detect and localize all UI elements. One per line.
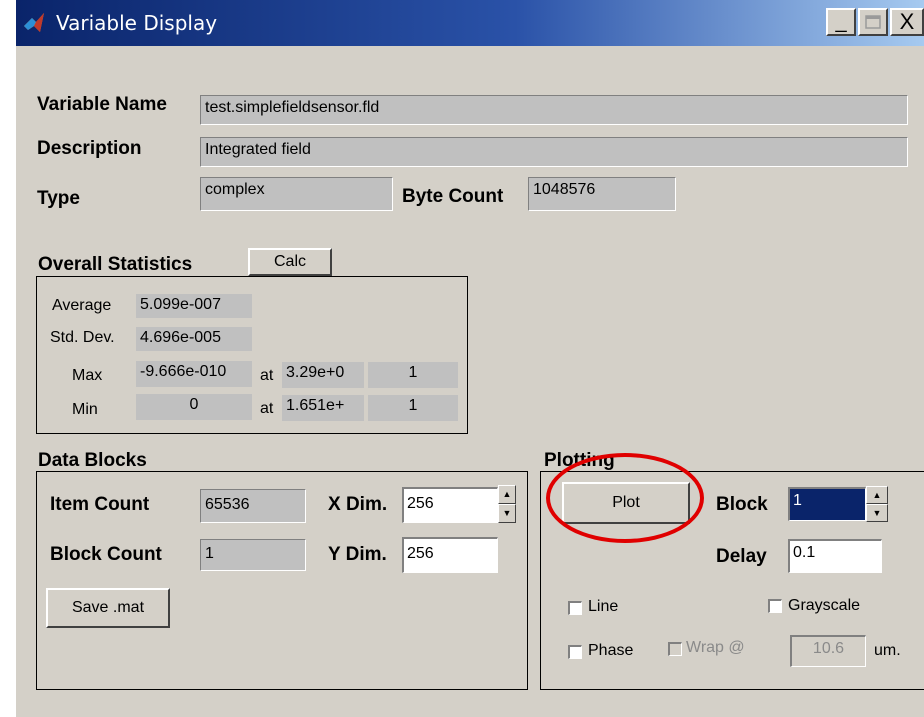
item-count-label: Item Count <box>50 494 150 515</box>
grayscale-checkbox[interactable] <box>768 599 782 613</box>
window-title: Variable Display <box>56 11 218 35</box>
delay-label: Delay <box>716 546 767 567</box>
line-checkbox[interactable] <box>568 601 582 615</box>
wrap-value-input[interactable]: 10.6 <box>790 635 866 667</box>
max-at-value: 3.29e+0 <box>282 362 364 388</box>
max-at-label: at <box>260 367 274 384</box>
min-label: Min <box>72 401 98 418</box>
line-label: Line <box>588 598 619 615</box>
min-at-value: 1.651e+ <box>282 395 364 421</box>
plotting-title: Plotting <box>544 450 615 471</box>
std-dev-label: Std. Dev. <box>50 329 115 346</box>
spin-down-icon[interactable]: ▼ <box>866 504 888 522</box>
grayscale-label: Grayscale <box>788 597 861 614</box>
block-count-field: 1 <box>200 539 306 571</box>
close-icon: X <box>899 9 915 34</box>
phase-label: Phase <box>588 642 634 659</box>
delay-input[interactable]: 0.1 <box>788 539 882 573</box>
type-field: complex <box>200 177 393 211</box>
y-dim-label: Y Dim. <box>328 544 387 565</box>
type-label: Type <box>37 188 80 209</box>
item-count-field: 65536 <box>200 489 306 523</box>
x-dim-input[interactable]: 256 <box>402 487 498 523</box>
variable-name-field: test.simplefieldsensor.fld <box>200 95 908 125</box>
y-dim-input[interactable]: 256 <box>402 537 498 573</box>
x-dim-spinner[interactable]: ▲ ▼ <box>498 485 516 523</box>
spin-up-icon[interactable]: ▲ <box>866 486 888 504</box>
max-label: Max <box>72 367 103 384</box>
spin-up-icon[interactable]: ▲ <box>498 485 516 504</box>
byte-count-field: 1048576 <box>528 177 676 211</box>
description-label: Description <box>37 138 142 159</box>
matlab-logo-icon <box>24 13 44 32</box>
wrap-unit-label: um. <box>874 642 901 659</box>
block-count-label: Block Count <box>50 544 162 565</box>
block-label: Block <box>716 494 768 515</box>
data-blocks-title: Data Blocks <box>38 450 147 471</box>
block-spinner[interactable]: ▲ ▼ <box>866 486 888 522</box>
save-mat-button[interactable]: Save .mat <box>46 588 170 628</box>
min-index-value: 1 <box>368 395 458 421</box>
byte-count-label: Byte Count <box>402 186 504 207</box>
average-label: Average <box>52 297 112 314</box>
phase-checkbox[interactable] <box>568 645 582 659</box>
description-field: Integrated field <box>200 137 908 167</box>
wrap-checkbox[interactable] <box>668 642 682 656</box>
spin-down-icon[interactable]: ▼ <box>498 504 516 523</box>
overall-statistics-title: Overall Statistics <box>38 254 193 275</box>
maximize-icon <box>860 10 886 34</box>
wrap-label: Wrap @ <box>686 639 745 656</box>
std-dev-value: 4.696e-005 <box>136 327 252 351</box>
plot-button[interactable]: Plot <box>562 482 690 524</box>
maximize-button[interactable] <box>858 8 888 36</box>
minimize-button[interactable]: _ <box>826 8 856 36</box>
max-value: -9.666e-010 <box>136 361 252 387</box>
minimize-icon: _ <box>835 11 847 33</box>
min-at-label: at <box>260 400 274 417</box>
min-value: 0 <box>136 394 252 420</box>
average-value: 5.099e-007 <box>136 294 252 318</box>
variable-name-label: Variable Name <box>37 94 167 115</box>
max-index-value: 1 <box>368 362 458 388</box>
close-button[interactable]: X <box>890 8 924 36</box>
title-bar[interactable]: Variable Display _ X <box>16 0 924 46</box>
block-input[interactable]: 1 <box>788 487 866 521</box>
variable-display-window: Variable Display _ X Variable Name test.… <box>16 0 924 717</box>
x-dim-label: X Dim. <box>328 494 388 515</box>
calc-button[interactable]: Calc <box>248 248 332 276</box>
